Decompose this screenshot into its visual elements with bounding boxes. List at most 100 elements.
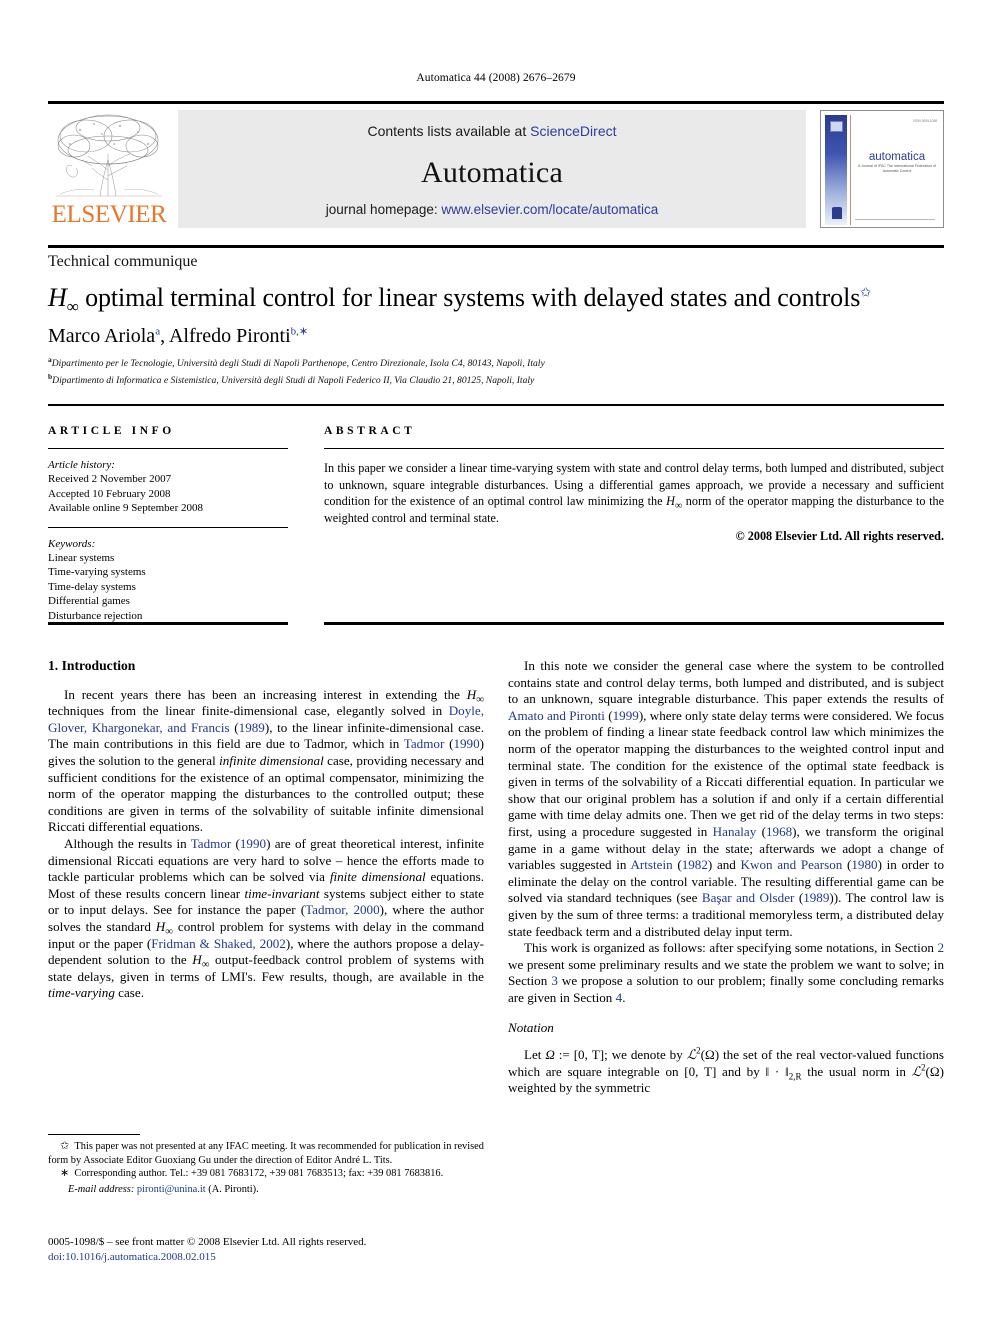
cover-spine [825, 115, 847, 225]
affiliation-text-a: Dipartimento per le Tecnologie, Universi… [51, 358, 545, 369]
citation-year-link[interactable]: 1989 [239, 720, 265, 735]
keyword-item: Linear systems [48, 552, 115, 565]
keywords-label: Keywords: [48, 537, 96, 550]
p2-seg-b: ( [231, 835, 240, 851]
footnote-email: E-mail address: pironti@unina.it (A. Pir… [48, 1183, 484, 1197]
keyword-item: Time-delay systems [48, 580, 136, 593]
email-link[interactable]: pironti@unina.it [137, 1184, 206, 1195]
keywords-block: Keywords: Linear systems Time-varying sy… [48, 537, 288, 623]
masthead-top-rule [48, 101, 944, 104]
citation-link[interactable]: Başar and Olsder [702, 890, 795, 905]
contents-prefix: Contents lists available at [367, 123, 531, 139]
title-footnote-marker[interactable]: ✩ [860, 284, 871, 299]
info-section-top-rule [48, 404, 944, 406]
rp2-seg-a: This work is organized as follows: after… [524, 940, 938, 956]
citation-link[interactable]: Tadmor [404, 736, 445, 751]
author-affiliation-marker-2[interactable]: b,∗ [291, 325, 308, 337]
cover-issn-code: ISSN 0005-1098 [913, 119, 937, 123]
footnote-star-marker: ✩ [60, 1140, 70, 1152]
abstract-heading: ABSTRACT [324, 425, 416, 437]
intro-paragraph-1: In recent years there has been an increa… [48, 687, 484, 836]
article-history-label: Article history: [48, 459, 115, 471]
citation-link[interactable]: Fridman & Shaked, 2002 [151, 936, 286, 951]
history-item-online: Available online 9 September 2008 [48, 502, 203, 515]
section-link-2[interactable]: 2 [937, 940, 944, 955]
abstract-h-symbol: H [666, 494, 675, 509]
citation-link[interactable]: Tadmor, 2000 [305, 902, 380, 917]
title-top-rule [48, 245, 944, 248]
history-item-accepted: Accepted 10 February 2008 [48, 487, 171, 500]
citation-year-link[interactable]: 1990 [453, 736, 479, 751]
nt-l2-symbol-2: ℒ [911, 1063, 922, 1079]
elsevier-logo: ELSEVIER [50, 110, 168, 228]
history-item-received: Received 2 November 2007 [48, 473, 172, 486]
journal-title: Automatica [421, 156, 563, 189]
footnote-star: ✩ This paper was not presented at any IF… [48, 1140, 484, 1167]
email-label: E-mail address: [68, 1183, 135, 1195]
title-infinity-subscript: ∞ [66, 297, 79, 317]
p2-seg-a: Although the results in [64, 835, 191, 851]
abstract-copyright: © 2008 Elsevier Ltd. All rights reserved… [735, 529, 944, 544]
footnote-block: ✩ This paper was not presented at any IF… [48, 1140, 484, 1196]
info-bottom-rule-right [324, 622, 944, 625]
journal-header-band: Contents lists available at ScienceDirec… [178, 110, 806, 228]
citation-year-link[interactable]: 1980 [851, 857, 877, 872]
p2-italic-2: time-invariant [244, 885, 320, 901]
section-heading-introduction: 1. Introduction [48, 658, 136, 673]
citation-year-link[interactable]: 1989 [803, 890, 829, 905]
intro-paragraph-2: Although the results in Tadmor (1990) ar… [48, 836, 484, 1002]
cover-spine-bottom-icon [832, 207, 842, 219]
keyword-item: Disturbance rejection [48, 609, 143, 622]
elsevier-wordmark: ELSEVIER [51, 201, 167, 228]
rp1-seg-c: ), where only state delay terms were con… [508, 707, 944, 839]
nt-seg-d: the usual norm in [801, 1063, 912, 1079]
sciencedirect-link[interactable]: ScienceDirect [530, 123, 616, 139]
body-column-left: 1. Introduction In recent years there ha… [48, 658, 484, 1002]
affiliation-a: aDipartimento per le Tecnologie, Univers… [48, 356, 948, 370]
title-h-symbol: H [48, 283, 67, 312]
affiliation-text-b: Dipartimento di Informatica e Sistemisti… [52, 375, 535, 386]
rp1-seg-g: ) and [707, 857, 741, 873]
author-name-2[interactable]: Alfredo Pironti [169, 325, 291, 347]
keyword-item: Time-varying systems [48, 566, 146, 579]
abstract-column: ABSTRACT In this paper we consider a lin… [324, 425, 944, 544]
citation-year-link[interactable]: 1990 [240, 836, 266, 851]
elsevier-tree-icon [50, 110, 168, 202]
journal-homepage-link[interactable]: www.elsevier.com/locate/automatica [441, 202, 658, 217]
footnote-corresponding-marker: ∗ [60, 1167, 70, 1180]
article-info-rule [48, 448, 288, 449]
cover-journal-title: automatica [868, 151, 926, 163]
journal-homepage-line: journal homepage: www.elsevier.com/locat… [178, 202, 806, 217]
rp2-seg-c: we propose a solution to our problem; fi… [508, 973, 944, 1005]
doi-link[interactable]: doi:10.1016/j.automatica.2008.02.015 [48, 1250, 484, 1265]
p2-italic-1: finite dimensional [329, 869, 426, 885]
citation-year-link[interactable]: 1999 [613, 708, 639, 723]
article-info-column: ARTICLE INFO Article history: Received 2… [48, 425, 288, 623]
citation-link[interactable]: Tadmor [191, 836, 232, 851]
citation-year-link[interactable]: 1968 [766, 824, 792, 839]
page-title: H∞ optimal terminal control for linear s… [48, 282, 948, 317]
nt-seg-b: := [0, T]; we denote by [554, 1047, 687, 1063]
citation-link[interactable]: Amato and Pironti [508, 708, 605, 723]
citation-link[interactable]: Hanalay [713, 824, 757, 839]
author-name-1[interactable]: Marco Ariola [48, 325, 155, 347]
running-head: Automatica 44 (2008) 2676–2679 [416, 72, 576, 84]
cover-journal-subtitle: A Journal of IFAC The International Fede… [857, 164, 937, 173]
p2-h-symbol-1: H [155, 918, 166, 934]
footnote-star-text: This paper was not presented at any IFAC… [48, 1141, 484, 1166]
cover-footer-line [855, 219, 935, 220]
citation-link[interactable]: Artstein [630, 857, 672, 872]
body-column-right: In this note we consider the general cas… [508, 658, 944, 1097]
notation-paragraph: Let Ω := [0, T]; we denote by ℒ2(Ω) the … [508, 1046, 944, 1097]
communique-type: Technical communique [48, 253, 198, 270]
citation-year-link[interactable]: 1982 [682, 857, 708, 872]
rp1-seg-j: ( [794, 890, 804, 906]
p1-seg-a: In recent years there has been an increa… [64, 686, 467, 702]
abstract-rule [324, 448, 944, 449]
issn-line: 0005-1098/$ – see front matter © 2008 El… [48, 1236, 367, 1248]
cover-spine-logo-icon [830, 121, 843, 132]
citation-link[interactable]: Kwon and Pearson [741, 857, 843, 872]
nt-l2-symbol: ℒ [686, 1047, 697, 1063]
homepage-prefix: journal homepage: [325, 202, 442, 217]
footnote-divider-rule [48, 1134, 140, 1135]
